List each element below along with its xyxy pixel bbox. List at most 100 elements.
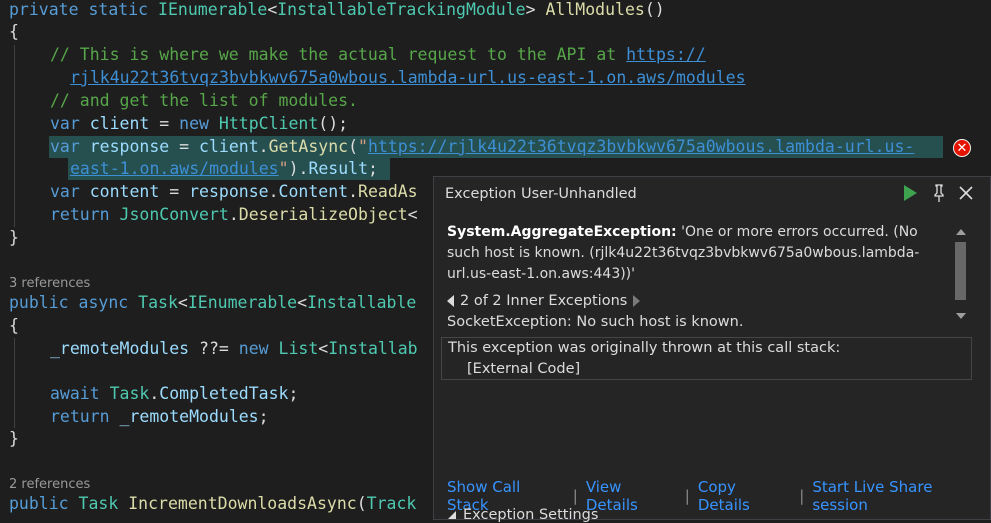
type-name: IEnumerable: [187, 293, 298, 312]
scroll-up-icon[interactable]: [955, 228, 967, 236]
type-name: Track: [366, 494, 417, 513]
punct: ??=: [199, 339, 229, 358]
punct: (: [356, 494, 367, 513]
close-icon: [959, 186, 973, 200]
code-line-18[interactable]: public Task IncrementDownloadsAsync(Trac…: [9, 492, 416, 515]
punct: <: [267, 0, 278, 19]
code-line-3[interactable]: // This is where we make the actual requ…: [50, 43, 706, 66]
punct: <: [407, 205, 418, 224]
exception-settings-label: Exception Settings: [463, 507, 599, 523]
keyword: public: [9, 494, 69, 513]
method-name: IncrementDownloadsAsync: [128, 494, 357, 513]
code-line-17[interactable]: }: [9, 427, 19, 450]
error-glyph-icon[interactable]: ✕: [953, 139, 971, 157]
scrollbar-thumb[interactable]: [955, 242, 966, 300]
string-link[interactable]: east-1.on.aws/modules: [70, 159, 279, 178]
punct: ).: [288, 159, 309, 178]
string-quote: ": [278, 159, 289, 178]
punct: =: [179, 137, 190, 156]
indent-guide: [14, 45, 15, 227]
code-line-12[interactable]: public async Task<IEnumerable<Installabl…: [9, 291, 416, 314]
punct: (: [348, 137, 359, 156]
keyword: new: [238, 339, 269, 358]
scroll-down-icon[interactable]: [955, 312, 967, 320]
prev-inner-exception-icon[interactable]: [447, 295, 454, 307]
brace: {: [9, 22, 19, 41]
punct: <: [318, 339, 329, 358]
code-line-10[interactable]: return JsonConvert.DeserializeObject<: [50, 203, 418, 226]
inner-exception-nav: 2 of 2 Inner Exceptions: [447, 293, 641, 309]
copy-details-link[interactable]: Copy Details: [698, 478, 791, 514]
keyword: return: [50, 205, 110, 224]
type-name: Task: [109, 384, 150, 403]
identifier: Content: [278, 182, 349, 201]
comment-link[interactable]: https://: [626, 45, 705, 64]
type-name: HttpClient: [218, 114, 319, 133]
link-separator: |: [572, 487, 578, 505]
continue-button[interactable]: [899, 182, 921, 204]
call-stack-entry[interactable]: [External Code]: [467, 361, 580, 377]
exception-message: System.AggregateException: 'One or more …: [447, 222, 947, 285]
type-name: Installab: [328, 339, 418, 358]
inner-exception-count: 2 of 2 Inner Exceptions: [460, 293, 628, 309]
pin-button[interactable]: [928, 182, 950, 204]
punct: .: [268, 182, 279, 201]
comment: // This is where we make the actual requ…: [50, 45, 627, 64]
keyword: return: [50, 407, 110, 426]
keyword: public: [9, 293, 69, 312]
exception-message-text: 'One or more errors occurred. (No: [676, 224, 918, 240]
code-line-1[interactable]: private static IEnumerable<InstallableTr…: [9, 0, 665, 21]
type-name: Task: [138, 293, 178, 312]
brace: }: [9, 429, 19, 448]
collapse-triangle-icon: [448, 511, 456, 519]
punct: ();: [318, 114, 349, 133]
code-line-2[interactable]: {: [9, 20, 19, 43]
comment-link[interactable]: rjlk4u22t36tvqz3bvbkwv675a0wbous.lambda-…: [70, 68, 746, 87]
keyword: new: [179, 114, 209, 133]
keyword: var: [50, 182, 80, 201]
method-name: GetAsync: [268, 137, 349, 156]
link-separator: |: [799, 487, 805, 505]
call-stack-header: This exception was originally thrown at …: [448, 340, 841, 356]
view-details-link[interactable]: View Details: [586, 478, 677, 514]
method-name: ReadAs: [358, 182, 418, 201]
punct: ;: [368, 159, 378, 178]
identifier: _remoteModules: [50, 339, 190, 358]
message-scrollbar[interactable]: [951, 223, 971, 327]
exception-type: System.AggregateException:: [447, 224, 677, 240]
exception-settings-toggle[interactable]: Exception Settings: [447, 507, 598, 523]
identifier: _remoteModules: [119, 407, 259, 426]
call-stack-box[interactable]: This exception was originally thrown at …: [441, 337, 972, 380]
comment: // and get the list of modules.: [50, 91, 358, 110]
code-line-15[interactable]: await Task.CompletedTask;: [50, 382, 298, 405]
code-line-13[interactable]: {: [9, 314, 19, 337]
keyword: static: [88, 0, 149, 19]
code-line-6[interactable]: var client = new HttpClient();: [50, 112, 348, 135]
live-share-link[interactable]: Start Live Share session: [812, 478, 990, 514]
punct: .: [149, 384, 160, 403]
string-quote: ": [358, 137, 368, 156]
code-line-8[interactable]: east-1.on.aws/modules").Result;: [70, 157, 378, 180]
punct: =: [159, 114, 170, 133]
method-name: DeserializeObject: [238, 205, 408, 224]
code-line-5[interactable]: // and get the list of modules.: [50, 89, 358, 112]
code-line-14[interactable]: _remoteModules ??= new List<Installab: [50, 337, 418, 360]
next-inner-exception-icon[interactable]: [633, 295, 641, 307]
play-icon: [904, 185, 917, 201]
identifier: CompletedTask: [159, 384, 289, 403]
punct: <: [297, 293, 308, 312]
code-line-7[interactable]: var response = client.GetAsync("https://…: [50, 135, 914, 158]
punct: .: [258, 137, 269, 156]
code-line-16[interactable]: return _remoteModules;: [50, 405, 269, 428]
exception-message-text: such host is known. (rjlk4u22t36tvqz3bvb…: [447, 245, 920, 261]
code-line-9[interactable]: var content = response.Content.ReadAs: [50, 180, 418, 203]
code-line-4[interactable]: rjlk4u22t36tvqz3bvbkwv675a0wbous.lambda-…: [70, 66, 746, 89]
close-button[interactable]: [955, 182, 977, 204]
code-line-11[interactable]: }: [9, 226, 19, 249]
punct: <: [177, 293, 188, 312]
type-name: List: [278, 339, 319, 358]
inner-exception-message: SocketException: No such host is known.: [447, 314, 744, 330]
type-name: JsonConvert: [119, 205, 229, 224]
string-link[interactable]: https://rjlk4u22t36tvqz3bvbkwv675a0wbous…: [368, 137, 914, 156]
identifier: client: [89, 114, 150, 133]
